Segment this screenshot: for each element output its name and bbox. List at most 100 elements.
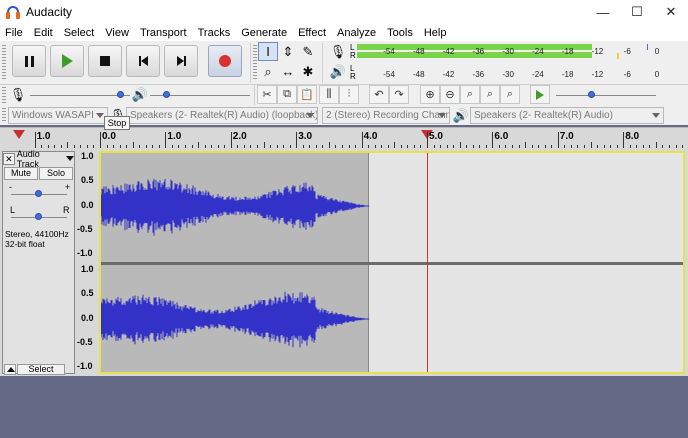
recording-volume-thumb[interactable]	[117, 91, 124, 98]
play-button[interactable]	[50, 45, 84, 77]
menu-effect[interactable]: Effect	[293, 27, 332, 39]
stop-icon	[100, 56, 110, 66]
playback-device-dropdown[interactable]: Speakers (2- Realtek(R) Audio)	[470, 107, 664, 124]
meter-tick-label: -42	[442, 47, 455, 56]
timeline-tick-label: 5.0	[429, 131, 443, 142]
mixer-grip[interactable]	[2, 87, 6, 103]
zoom-toggle-icon[interactable]: ⌕	[500, 85, 520, 104]
menu-view[interactable]: View	[100, 27, 135, 39]
track-name-menu[interactable]: Audio Track	[17, 149, 63, 169]
pause-button[interactable]	[12, 45, 46, 77]
zoom-tool-icon[interactable]: ⌕	[258, 62, 278, 81]
record-meter-right-label: R	[350, 51, 356, 60]
pan-thumb[interactable]	[35, 213, 42, 220]
meter-tick-label: -12	[591, 70, 604, 79]
record-meter-scale[interactable]: -54 -48 -42 -36 -30 -24 -18 -12 -6 0	[357, 43, 661, 61]
track-menu-chevron-down-icon[interactable]	[66, 156, 74, 161]
close-button[interactable]: ✕	[654, 0, 688, 24]
menu-transport[interactable]: Transport	[135, 27, 193, 39]
fit-project-icon[interactable]: ⌕	[480, 85, 500, 104]
timeline-tick-label: 1.0	[36, 131, 51, 142]
meter-tick-label: -30	[502, 47, 514, 56]
solo-button[interactable]: Solo	[39, 167, 73, 180]
waveform-channel	[101, 291, 370, 348]
meter-tick-label: -36	[472, 70, 485, 79]
paste-icon[interactable]: 📋	[297, 85, 317, 104]
play-at-speed-button[interactable]	[530, 85, 550, 104]
device-grip[interactable]	[2, 108, 6, 122]
meter-tick-label: -42	[442, 70, 455, 79]
trim-icon[interactable]: ⫼	[319, 85, 339, 104]
multi-tool-icon[interactable]: ✱	[298, 62, 318, 81]
track-waveform-area[interactable]	[99, 151, 685, 374]
menu-tools[interactable]: Tools	[382, 27, 419, 39]
copy-icon[interactable]: ⧉	[277, 85, 297, 104]
track-select-button[interactable]: Select	[17, 364, 65, 375]
menu-edit[interactable]: Edit	[29, 27, 59, 39]
playback-meter-scale[interactable]: -54 -48 -42 -36 -30 -24 -18 -12 -6 0	[357, 66, 661, 84]
playback-volume-icon: 🔊	[131, 86, 149, 102]
meter-tick-label: -24	[532, 47, 544, 56]
track-control-panel[interactable]: ✕ Audio Track Mute Solo - + L R Stereo, …	[2, 149, 75, 375]
track-close-button[interactable]: ✕	[3, 152, 15, 165]
fit-selection-icon[interactable]: ⌕	[460, 85, 480, 104]
minimize-button[interactable]: —	[586, 0, 620, 24]
skip-to-start-button[interactable]	[126, 45, 160, 77]
speaker-icon[interactable]: 🔊	[328, 62, 348, 81]
vertical-scale-label: -1.0	[77, 361, 93, 371]
play-speed-thumb[interactable]	[588, 91, 595, 98]
silence-icon[interactable]: ⫶	[339, 85, 359, 104]
menu-tracks[interactable]: Tracks	[193, 27, 237, 39]
vertical-scale-label: 0.0	[81, 199, 94, 210]
recording-device-dropdown[interactable]: Speakers (2- Realtek(R) Audio) (loopback…	[126, 107, 318, 124]
cut-icon[interactable]: ✂	[257, 85, 277, 104]
menu-select[interactable]: Select	[59, 27, 101, 39]
skip-end-icon	[176, 56, 186, 66]
timeline-tick-label: 1.0	[167, 131, 182, 142]
recording-volume-slider[interactable]	[30, 95, 130, 96]
microphone-icon[interactable]: 🎙	[328, 42, 348, 61]
timeline-tick-label: 6.0	[494, 131, 509, 142]
stop-button[interactable]	[88, 45, 122, 77]
draw-tool-icon[interactable]: ✎	[298, 42, 318, 61]
time-shift-tool-icon[interactable]: ↔	[278, 62, 298, 81]
menu-analyze[interactable]: Analyze	[332, 27, 382, 39]
zoom-out-icon[interactable]: ⊖	[440, 85, 460, 104]
meter-tick-label: -18	[561, 70, 574, 79]
menu-file[interactable]: File	[0, 27, 29, 39]
undo-icon[interactable]: ↶	[369, 85, 389, 104]
stop-tooltip: Stop	[104, 116, 130, 130]
playback-volume-thumb[interactable]	[163, 91, 170, 98]
redo-icon[interactable]: ↷	[389, 85, 409, 104]
timeline-tick-label: 7.0	[559, 131, 574, 142]
empty-project-area[interactable]	[0, 376, 688, 438]
menu-help[interactable]: Help	[419, 27, 453, 39]
timeline-tick-label: 3.0	[298, 131, 313, 142]
recording-channels-dropdown[interactable]: 2 (Stereo) Recording Chann	[322, 107, 450, 124]
track-info: Stereo, 44100Hz 32-bit float	[5, 229, 69, 249]
skip-to-end-button[interactable]	[164, 45, 198, 77]
timeline-ruler[interactable]: 1.00.01.02.03.04.05.06.07.08.09	[0, 127, 688, 148]
zoom-in-icon[interactable]: ⊕	[420, 85, 440, 104]
vertical-scale-label: 1.0	[81, 264, 94, 274]
mute-button[interactable]: Mute	[4, 167, 38, 180]
maximize-button[interactable]: ☐	[620, 0, 654, 24]
timeline-tick-label: 0.0	[102, 131, 116, 142]
audio-host-dropdown[interactable]: Windows WASAPI	[8, 107, 108, 124]
tools-grip[interactable]	[253, 45, 257, 81]
toolbar-grip[interactable]	[2, 45, 6, 81]
pinned-play-head-icon[interactable]	[13, 130, 25, 139]
record-button[interactable]	[208, 45, 242, 77]
title-bar: Audacity — ☐ ✕	[0, 0, 688, 24]
menu-bar: File Edit Select View Transport Tracks G…	[0, 24, 688, 41]
envelope-tool-icon[interactable]: ⇕	[278, 42, 298, 61]
play-speed-slider[interactable]	[556, 95, 656, 96]
channel-separator[interactable]	[101, 262, 683, 265]
track-bit-depth: 32-bit float	[5, 239, 45, 249]
menu-generate[interactable]: Generate	[236, 27, 293, 39]
gain-thumb[interactable]	[35, 190, 42, 197]
collapse-track-button[interactable]	[4, 364, 16, 375]
playback-device-value: Speakers (2- Realtek(R) Audio)	[474, 110, 613, 121]
gain-minus-label: -	[9, 182, 12, 192]
selection-tool-icon[interactable]: I	[258, 42, 278, 61]
